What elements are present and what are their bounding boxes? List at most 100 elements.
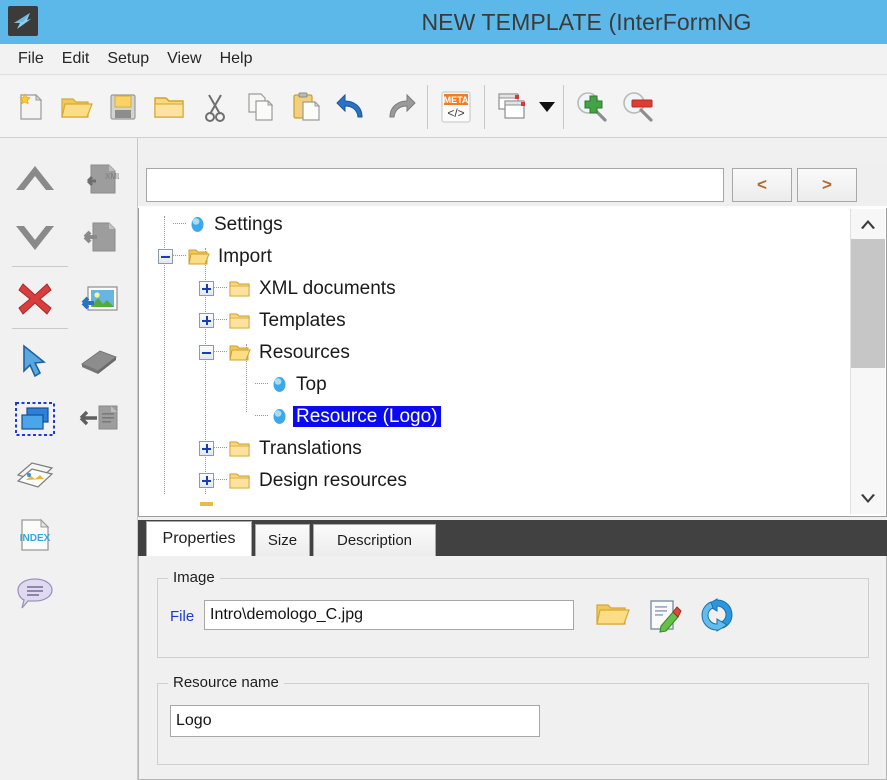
move-down-button[interactable] — [6, 208, 64, 266]
tree-expander-collapse-icon[interactable] — [199, 344, 214, 360]
tab-description[interactable]: Description — [313, 524, 436, 556]
select-object-button[interactable] — [6, 390, 64, 448]
edit-document-icon — [650, 600, 682, 633]
tree-connector-icon — [173, 223, 186, 225]
redo-button[interactable] — [376, 83, 422, 131]
properties-pane: Image File Intro\demologo_C.jpg Resource… — [138, 556, 887, 780]
caret-down-icon — [539, 101, 555, 112]
tree-expander-collapse-icon[interactable] — [158, 248, 173, 264]
magnifier-minus-icon — [623, 91, 653, 122]
tree-node-settings[interactable]: Settings — [139, 208, 851, 240]
scroll-down-icon[interactable] — [851, 484, 885, 514]
delete-button[interactable] — [6, 270, 64, 328]
meta-code-button[interactable]: META </> — [433, 83, 479, 131]
menu-file[interactable]: File — [9, 47, 53, 72]
undo-button[interactable] — [330, 83, 376, 131]
main-toolbar: META </> — [0, 76, 887, 138]
tree-connector-icon — [255, 415, 268, 417]
comment-button[interactable] — [6, 564, 64, 622]
paste-button[interactable] — [284, 83, 330, 131]
tree-node-xml-documents[interactable]: XML documents — [139, 272, 851, 304]
arrow-pointer-icon — [23, 344, 47, 378]
tree-search-input[interactable] — [146, 168, 724, 202]
tree-expander-expand-icon[interactable] — [199, 312, 214, 328]
redo-arrow-icon — [389, 93, 416, 117]
tree-node-label: Translations — [259, 437, 362, 459]
title-bar: NEW TEMPLATE (InterFormNG — [0, 0, 887, 44]
menu-setup[interactable]: Setup — [98, 47, 158, 72]
menu-view[interactable]: View — [158, 47, 210, 72]
new-document-icon — [19, 92, 43, 120]
scrollbar-thumb[interactable] — [851, 239, 885, 368]
browse-folder-button[interactable] — [592, 595, 634, 635]
closed-folder-icon — [229, 472, 250, 489]
book-button[interactable] — [70, 332, 128, 390]
file-label[interactable]: File — [170, 608, 194, 625]
tree-node-resource-logo[interactable]: Resource (Logo) — [139, 400, 851, 432]
tree-expander-expand-icon[interactable] — [199, 440, 214, 456]
zoom-in-button[interactable] — [569, 83, 615, 131]
resource-name-group-box: Resource name — [157, 674, 869, 765]
palette-divider — [12, 328, 68, 329]
insert-image-button[interactable] — [70, 270, 128, 328]
tree-connector-icon — [214, 287, 227, 289]
closed-folder-icon — [229, 280, 250, 297]
floppy-disk-save-icon — [110, 93, 136, 120]
refresh-reload-button[interactable] — [696, 595, 738, 635]
zoom-out-button[interactable] — [615, 83, 661, 131]
xml-input-button[interactable]: XML — [70, 150, 128, 208]
clipboard-paste-icon — [293, 92, 321, 121]
magnifier-plus-icon — [577, 91, 607, 122]
tree-expander-expand-icon[interactable] — [199, 472, 214, 488]
tree-partial-node-indicator — [200, 502, 213, 506]
palette-divider — [12, 266, 68, 267]
cascade-windows-icon — [498, 92, 525, 119]
tree-node-top[interactable]: Top — [139, 368, 851, 400]
tab-size[interactable]: Size — [255, 524, 310, 556]
menu-help[interactable]: Help — [211, 47, 262, 72]
tree-vertical-scrollbar[interactable] — [850, 209, 885, 514]
blue-sphere-icon — [273, 408, 286, 424]
tree-connector-icon — [214, 479, 227, 481]
scroll-up-icon[interactable] — [851, 209, 885, 239]
toolbar-separator — [484, 84, 485, 129]
toolbar-separator — [427, 84, 428, 129]
tree-connector-icon — [214, 351, 227, 353]
image-insert-icon — [81, 286, 118, 311]
open-folder-icon — [188, 249, 210, 264]
save-button[interactable] — [100, 83, 146, 131]
closed-folder-icon — [229, 440, 250, 457]
tree-prev-button[interactable]: < — [732, 168, 792, 202]
index-button[interactable]: INDEX — [6, 506, 64, 564]
select-pointer-button[interactable] — [6, 332, 64, 390]
tree-node-design-resources[interactable]: Design resources — [139, 464, 851, 496]
tree-next-button[interactable]: > — [797, 168, 857, 202]
tree-node-label: Templates — [259, 309, 346, 331]
edit-document-button[interactable] — [644, 595, 686, 635]
text-in-button[interactable] — [70, 390, 128, 448]
tree-node-label: Resources — [259, 341, 350, 363]
layered-pages-icon — [16, 462, 54, 488]
document-in-button[interactable] — [70, 208, 128, 266]
new-document-button[interactable] — [8, 83, 54, 131]
copy-button[interactable] — [238, 83, 284, 131]
tree-node-translations[interactable]: Translations — [139, 432, 851, 464]
tree-node-resources[interactable]: Resources — [139, 336, 851, 368]
move-up-button[interactable] — [6, 150, 64, 208]
folder-button[interactable] — [146, 83, 192, 131]
tab-properties[interactable]: Properties — [146, 521, 252, 556]
open-folder-button[interactable] — [54, 83, 100, 131]
windows-dropdown-button[interactable] — [536, 83, 558, 131]
cut-button[interactable] — [192, 83, 238, 131]
overlay-button[interactable] — [6, 448, 64, 506]
file-path-input[interactable] — [204, 600, 574, 630]
tree-node-templates[interactable]: Templates — [139, 304, 851, 336]
resource-name-input[interactable] — [170, 705, 540, 737]
tree-expander-expand-icon[interactable] — [199, 280, 214, 296]
application-window: NEW TEMPLATE (InterFormNG File Edit Setu… — [0, 0, 887, 780]
xml-document-in-icon: XML — [86, 164, 119, 194]
menu-edit[interactable]: Edit — [53, 47, 99, 72]
tree-node-import[interactable]: Import — [139, 240, 851, 272]
windows-button[interactable] — [490, 83, 536, 131]
undo-arrow-icon — [336, 93, 363, 117]
